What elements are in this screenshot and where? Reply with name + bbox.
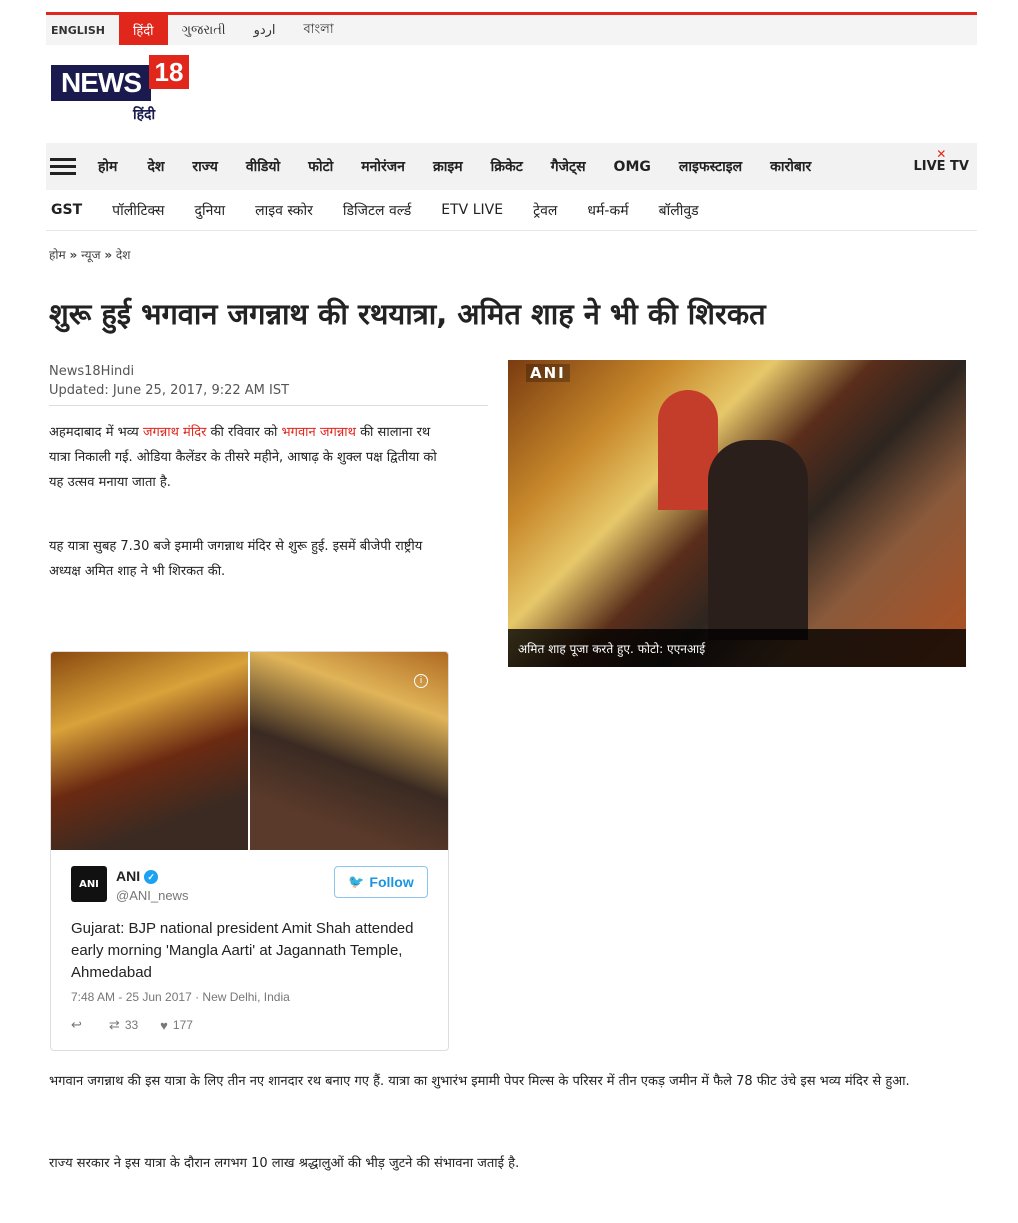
breadcrumb-home[interactable]: होम [49, 248, 66, 262]
lang-gujarati[interactable]: ગુજરાતી [168, 15, 240, 45]
retweet-icon: ⇄ [108, 1017, 120, 1032]
nav-omg[interactable]: OMG [614, 159, 651, 175]
article-paragraph-2: यह यात्रा सुबह 7.30 बजे इमामी जगन्नाथ मं… [49, 539, 423, 579]
tweet-author-label: ANI [116, 868, 141, 884]
byline: News18Hindi Updated: June 25, 2017, 9:22… [49, 362, 289, 400]
verified-badge-icon: ✓ [144, 870, 159, 885]
nav-desh[interactable]: देश [147, 157, 164, 176]
breadcrumb: होम » न्यूज » देश [49, 246, 130, 263]
tweet-image-1[interactable] [51, 652, 248, 850]
tweet-text: Gujarat: BJP national president Amit Sha… [71, 920, 414, 981]
article-headline: शुरू हुई भगवान जगन्नाथ की रथयात्रा, अमित… [49, 297, 766, 331]
breadcrumb-separator: » [104, 248, 113, 262]
live-tv-icon: ✕ [936, 147, 947, 161]
follow-label: Follow [369, 874, 414, 890]
lang-urdu[interactable]: اردو [240, 15, 290, 45]
nav-home[interactable]: होम [98, 157, 117, 176]
tweet-actions: ↩ ⇄ 33 ♥ 177 [71, 1017, 215, 1033]
live-tv-link[interactable]: ✕ LIVE TV [913, 147, 969, 174]
tweet-author-name[interactable]: ANI ✓ [116, 868, 159, 885]
subnav-politics[interactable]: पॉलीटिक्स [112, 201, 164, 220]
article-paragraph-3: भगवान जगन्नाथ की इस यात्रा के लिए तीन नए… [49, 1074, 910, 1089]
sub-nav: GST पॉलीटिक्स दुनिया लाइव स्कोर डिजिटल व… [46, 190, 977, 231]
subnav-live-score[interactable]: लाइव स्कोर [255, 201, 313, 220]
heart-icon: ♥ [160, 1017, 168, 1033]
updated-timestamp: Updated: June 25, 2017, 9:22 AM IST [49, 383, 290, 398]
para1-text-1: अहमदाबाद में भव्य [49, 425, 143, 440]
photo-watermark: ANI [526, 364, 570, 382]
article-paragraph-4: राज्य सरकार ने इस यात्रा के दौरान लगभग 1… [49, 1156, 520, 1171]
author-name[interactable]: News18Hindi [49, 362, 289, 381]
nav-photo[interactable]: फोटो [308, 157, 333, 176]
language-bar: ENGLISH हिंदी ગુજરાતી اردو বাংলা [46, 15, 977, 45]
lang-bengali[interactable]: বাংলা [290, 15, 348, 45]
article-paragraph-1: अहमदाबाद में भव्य जगन्नाथ मंदिर की रविवा… [49, 420, 449, 495]
lang-english[interactable]: ENGLISH [46, 15, 119, 45]
twitter-bird-icon: 🐦 [348, 874, 365, 889]
logo-sub: हिंदी [133, 107, 156, 123]
news18-logo[interactable]: NEWS 18 हिंदी [51, 53, 191, 125]
live-tv-label: LIVE TV [913, 159, 969, 174]
nav-video[interactable]: वीडियो [246, 157, 280, 176]
photo-figure-dark [708, 440, 808, 640]
photo-caption: अमित शाह पूजा करते हुए. फोटो: एएनआई [508, 629, 966, 667]
lang-hindi[interactable]: हिंदी [118, 15, 168, 45]
retweet-button[interactable]: ⇄ 33 [109, 1017, 138, 1033]
link-bhagwan-jagannath[interactable]: भगवान जगन्नाथ [281, 425, 355, 440]
tweet-image-2[interactable]: i [250, 652, 448, 850]
para1-text-2: की रविवार को [206, 425, 282, 440]
breadcrumb-news[interactable]: न्यूज [81, 248, 100, 262]
reply-icon: ↩ [71, 1017, 82, 1032]
subnav-travel[interactable]: ट्रेवल [533, 201, 557, 220]
subnav-gst[interactable]: GST [51, 202, 82, 218]
byline-divider [49, 405, 488, 406]
nav-gadgets[interactable]: गैजेट्स [551, 157, 586, 176]
subnav-bollywood[interactable]: बॉलीवुड [659, 201, 699, 220]
retweet-count: 33 [124, 1018, 139, 1032]
logo-word: NEWS [51, 65, 151, 101]
link-jagannath-mandir[interactable]: जगन्नाथ मंदिर [143, 425, 207, 440]
follow-button[interactable]: 🐦 Follow [334, 866, 428, 898]
nav-manoranjan[interactable]: मनोरंजन [361, 157, 405, 176]
subnav-dharm-karm[interactable]: धर्म-कर्म [587, 201, 628, 220]
subnav-etv-live[interactable]: ETV LIVE [441, 202, 503, 218]
subnav-digital-world[interactable]: डिजिटल वर्ल्ड [343, 201, 411, 220]
main-nav: होम देश राज्य वीडियो फोटो मनोरंजन क्राइम… [46, 143, 977, 190]
subnav-duniya[interactable]: दुनिया [195, 201, 226, 220]
breadcrumb-separator: » [69, 248, 78, 262]
article-photo[interactable]: ANI अमित शाह पूजा करते हुए. फोटो: एएनआई [508, 360, 966, 667]
tweet-avatar[interactable]: ANI [71, 866, 107, 902]
nav-cricket[interactable]: क्रिकेट [491, 157, 523, 176]
tweet-timestamp-location[interactable]: 7:48 AM - 25 Jun 2017 · New Delhi, India [71, 990, 290, 1004]
like-count: 177 [172, 1018, 193, 1032]
tweet-handle[interactable]: @ANI_news [116, 888, 188, 903]
breadcrumb-desh[interactable]: देश [116, 248, 131, 262]
reply-button[interactable]: ↩ [71, 1017, 87, 1033]
nav-lifestyle[interactable]: लाइफस्टाइल [679, 157, 742, 176]
hamburger-menu-icon[interactable] [50, 157, 76, 176]
like-button[interactable]: ♥ 177 [160, 1018, 193, 1033]
nav-karobar[interactable]: कारोबार [770, 157, 811, 176]
tweet-media[interactable]: i [51, 652, 448, 850]
nav-crime[interactable]: क्राइम [433, 157, 463, 176]
logo-number: 18 [149, 55, 189, 89]
nav-rajya[interactable]: राज्य [192, 157, 217, 176]
embedded-tweet: i ANI ANI ✓ @ANI_news 🐦 Follow Gujarat: BJ… [50, 651, 449, 1051]
info-icon[interactable]: i [414, 674, 428, 688]
